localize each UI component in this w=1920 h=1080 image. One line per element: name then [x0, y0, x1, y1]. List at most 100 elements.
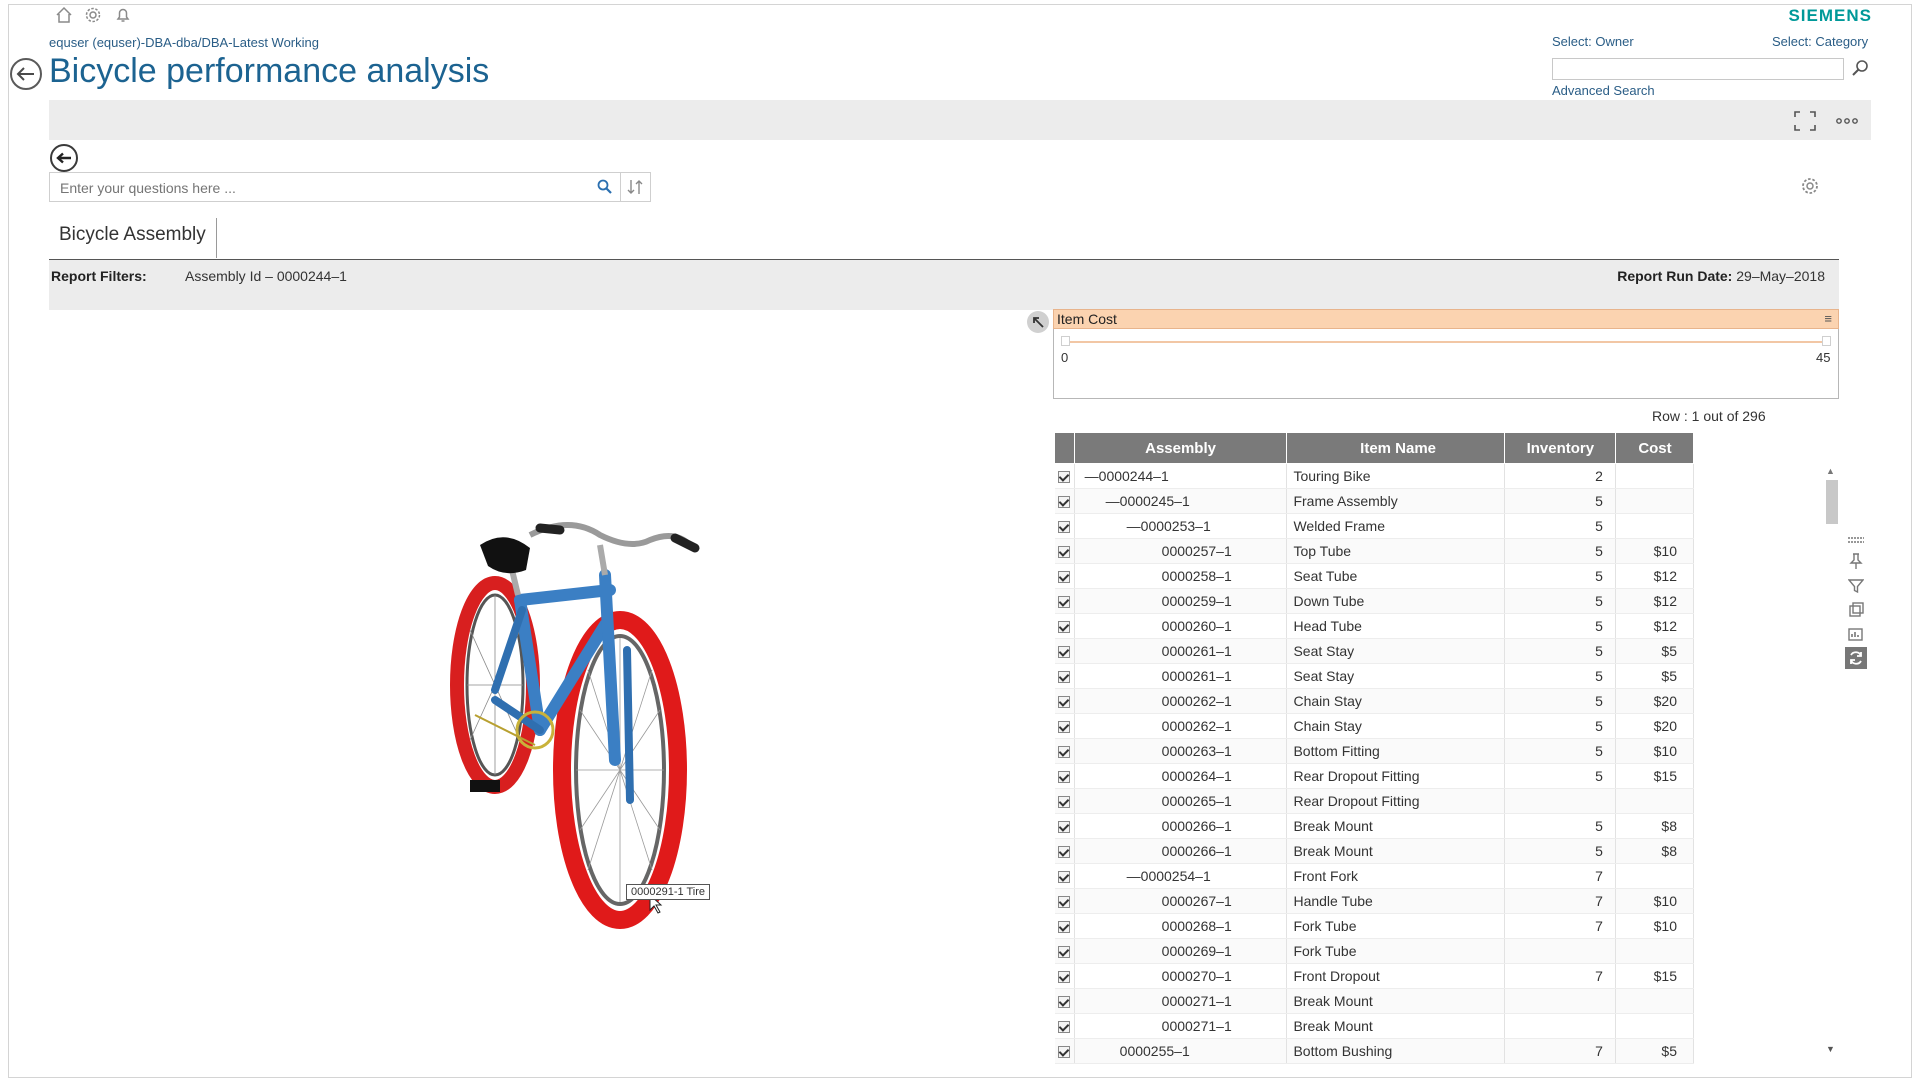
table-row[interactable]: 0000267–1 Handle Tube 7 $10 — [1054, 888, 1695, 914]
bell-icon[interactable] — [114, 6, 132, 24]
row-checkbox[interactable] — [1054, 1038, 1075, 1064]
table-row[interactable]: 0000269–1 Fork Tube — [1054, 938, 1695, 964]
row-checkbox[interactable] — [1054, 738, 1075, 764]
checkbox[interactable] — [1058, 671, 1071, 684]
row-checkbox[interactable] — [1054, 488, 1075, 514]
tab-bicycle-assembly[interactable]: Bicycle Assembly — [49, 218, 217, 258]
hamburger-menu-icon[interactable]: ≡ — [1824, 311, 1832, 326]
table-row[interactable]: 0000262–1 Chain Stay 5 $20 — [1054, 713, 1695, 739]
row-checkbox[interactable] — [1054, 813, 1075, 839]
table-row[interactable]: 0000260–1 Head Tube 5 $12 — [1054, 613, 1695, 639]
checkbox[interactable] — [1058, 771, 1071, 784]
checkbox[interactable] — [1058, 546, 1071, 559]
checkbox[interactable] — [1058, 921, 1071, 934]
header-inventory[interactable]: Inventory — [1503, 432, 1616, 464]
row-checkbox[interactable] — [1054, 538, 1075, 564]
table-row[interactable]: 0000259–1 Down Tube 5 $12 — [1054, 588, 1695, 614]
table-row[interactable]: —0000254–1 Front Fork 7 — [1054, 863, 1695, 889]
collapse-tree-icon[interactable]: — — [1085, 468, 1099, 484]
table-row[interactable]: 0000271–1 Break Mount — [1054, 1013, 1695, 1039]
search-icon[interactable] — [1850, 58, 1870, 78]
row-checkbox[interactable] — [1054, 613, 1075, 639]
checkbox[interactable] — [1058, 746, 1071, 759]
table-row[interactable]: 0000257–1 Top Tube 5 $10 — [1054, 538, 1695, 564]
row-checkbox[interactable] — [1054, 863, 1075, 889]
table-row[interactable]: 0000261–1 Seat Stay 5 $5 — [1054, 663, 1695, 689]
refresh-icon[interactable] — [1845, 647, 1867, 669]
pin-icon[interactable] — [1845, 550, 1867, 572]
checkbox[interactable] — [1058, 821, 1071, 834]
checkbox[interactable] — [1058, 1021, 1071, 1034]
bicycle-3d-model[interactable] — [440, 500, 780, 950]
checkbox[interactable] — [1058, 971, 1071, 984]
table-row[interactable]: 0000268–1 Fork Tube 7 $10 — [1054, 913, 1695, 939]
collapse-tree-icon[interactable]: — — [1127, 868, 1141, 884]
checkbox[interactable] — [1058, 946, 1071, 959]
checkbox[interactable] — [1058, 696, 1071, 709]
breadcrumb[interactable]: equser (equser)-DBA-dba/DBA-Latest Worki… — [49, 35, 319, 50]
row-checkbox[interactable] — [1054, 638, 1075, 664]
row-checkbox[interactable] — [1054, 588, 1075, 614]
collapse-tree-icon[interactable]: — — [1106, 493, 1120, 509]
collapse-tree-icon[interactable]: — — [1127, 518, 1141, 534]
checkbox[interactable] — [1058, 846, 1071, 859]
export-icon[interactable] — [1845, 599, 1867, 621]
filter-icon[interactable] — [1845, 575, 1867, 597]
more-options-icon[interactable] — [1834, 110, 1860, 132]
table-row[interactable]: 0000271–1 Break Mount — [1054, 988, 1695, 1014]
row-checkbox[interactable] — [1054, 988, 1075, 1014]
checkbox[interactable] — [1058, 471, 1071, 484]
cost-slider-min-handle[interactable] — [1061, 336, 1070, 346]
table-row[interactable]: 0000270–1 Front Dropout 7 $15 — [1054, 963, 1695, 989]
table-row[interactable]: —0000253–1 Welded Frame 5 — [1054, 513, 1695, 539]
table-row[interactable]: 0000266–1 Break Mount 5 $8 — [1054, 838, 1695, 864]
gear-icon[interactable] — [84, 6, 102, 24]
select-category[interactable]: Select: Category — [1772, 34, 1868, 49]
table-row[interactable]: 0000266–1 Break Mount 5 $8 — [1054, 813, 1695, 839]
header-assembly[interactable]: Assembly — [1073, 432, 1288, 464]
collapse-panel-button[interactable] — [1027, 311, 1049, 333]
sort-icon[interactable] — [625, 178, 645, 196]
row-checkbox[interactable] — [1054, 763, 1075, 789]
table-row[interactable]: 0000258–1 Seat Tube 5 $12 — [1054, 563, 1695, 589]
checkbox[interactable] — [1058, 496, 1071, 509]
header-item-name[interactable]: Item Name — [1286, 432, 1505, 464]
checkbox[interactable] — [1058, 996, 1071, 1009]
table-row[interactable]: 0000261–1 Seat Stay 5 $5 — [1054, 638, 1695, 664]
row-checkbox[interactable] — [1054, 913, 1075, 939]
checkbox[interactable] — [1058, 796, 1071, 809]
row-checkbox[interactable] — [1054, 888, 1075, 914]
row-checkbox[interactable] — [1054, 663, 1075, 689]
select-owner[interactable]: Select: Owner — [1552, 34, 1634, 49]
checkbox[interactable] — [1058, 871, 1071, 884]
row-checkbox[interactable] — [1054, 838, 1075, 864]
row-checkbox[interactable] — [1054, 463, 1075, 489]
search-icon[interactable] — [596, 178, 614, 196]
question-back-button[interactable] — [50, 144, 78, 172]
row-checkbox[interactable] — [1054, 688, 1075, 714]
cost-slider-track[interactable] — [1065, 341, 1827, 343]
row-checkbox[interactable] — [1054, 513, 1075, 539]
table-row[interactable]: 0000263–1 Bottom Fitting 5 $10 — [1054, 738, 1695, 764]
checkbox[interactable] — [1058, 571, 1071, 584]
row-checkbox[interactable] — [1054, 1013, 1075, 1039]
back-button[interactable] — [10, 58, 42, 90]
row-checkbox[interactable] — [1054, 563, 1075, 589]
checkbox[interactable] — [1058, 896, 1071, 909]
table-row[interactable]: 0000265–1 Rear Dropout Fitting — [1054, 788, 1695, 814]
header-cost[interactable]: Cost — [1614, 432, 1695, 464]
question-input[interactable] — [58, 177, 582, 199]
columns-icon[interactable] — [1845, 530, 1867, 552]
scroll-down-arrow[interactable]: ▼ — [1826, 1044, 1835, 1054]
row-checkbox[interactable] — [1054, 713, 1075, 739]
row-checkbox[interactable] — [1054, 938, 1075, 964]
scroll-up-arrow[interactable]: ▲ — [1826, 466, 1835, 476]
checkbox[interactable] — [1058, 721, 1071, 734]
table-row[interactable]: —0000245–1 Frame Assembly 5 — [1054, 488, 1695, 514]
table-row[interactable]: 0000262–1 Chain Stay 5 $20 — [1054, 688, 1695, 714]
checkbox[interactable] — [1058, 521, 1071, 534]
fullscreen-icon[interactable] — [1793, 110, 1817, 132]
global-search-input[interactable] — [1552, 58, 1844, 80]
cost-slider-max-handle[interactable] — [1822, 336, 1831, 346]
row-checkbox[interactable] — [1054, 788, 1075, 814]
